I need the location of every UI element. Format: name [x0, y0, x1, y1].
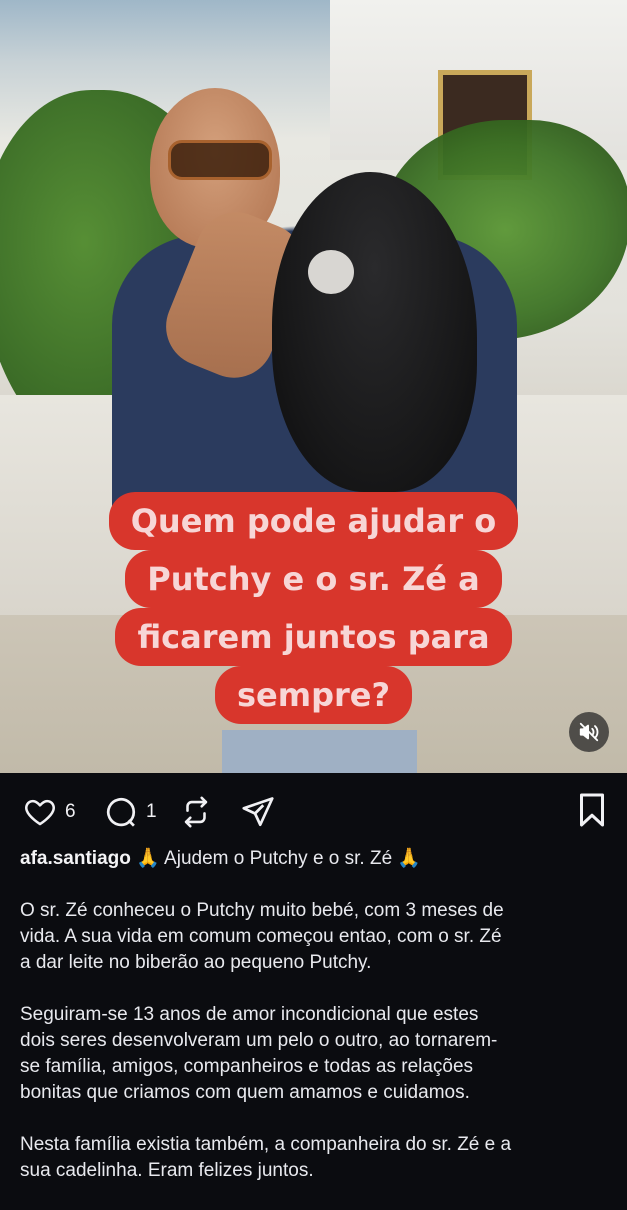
bookmark-icon: [580, 793, 604, 827]
send-icon: [242, 797, 274, 827]
post-photo[interactable]: Quem pode ajudar o Putchy e o sr. Zé a f…: [0, 0, 627, 773]
dog-muzzle: [308, 250, 354, 294]
caption-line: sempre?: [214, 666, 413, 724]
action-bar: 6 1: [0, 790, 627, 834]
image-caption-overlay: Quem pode ajudar o Putchy e o sr. Zé a f…: [20, 492, 607, 724]
repost-icon: [184, 796, 208, 828]
caption-paragraph: Seguiram-se 13 anos de amor incondiciona…: [20, 1004, 498, 1103]
sunglasses: [168, 140, 272, 180]
speaker-muted-icon: [579, 722, 599, 742]
caption-paragraph: Nesta família existia também, a companhe…: [20, 1134, 512, 1181]
caption-headline: afa.santiago 🙏 Ajudem o Putchy e o sr. Z…: [20, 846, 612, 872]
caption-paragraph: O sr. Zé conheceu o Putchy muito bebé, c…: [20, 900, 504, 973]
username-link[interactable]: afa.santiago: [20, 848, 131, 869]
caption-title: 🙏 Ajudem o Putchy e o sr. Zé 🙏: [136, 848, 422, 869]
post-caption: afa.santiago 🙏 Ajudem o Putchy e o sr. Z…: [20, 846, 612, 1210]
mute-button[interactable]: [569, 712, 609, 752]
share-button[interactable]: [240, 790, 276, 834]
likes-count: 6: [65, 801, 76, 822]
heart-icon: [25, 799, 55, 826]
comments-count: 1: [146, 801, 157, 822]
person-jeans: [222, 730, 417, 773]
caption-line: Quem pode ajudar o: [108, 492, 519, 550]
like-button[interactable]: 6: [22, 790, 76, 834]
save-button[interactable]: [577, 792, 607, 833]
comment-icon: [106, 797, 136, 827]
caption-line: Putchy e o sr. Zé a: [125, 550, 502, 608]
comment-button[interactable]: 1: [103, 790, 157, 834]
repost-button[interactable]: [179, 790, 213, 834]
caption-line: ficarem juntos para: [115, 608, 512, 666]
